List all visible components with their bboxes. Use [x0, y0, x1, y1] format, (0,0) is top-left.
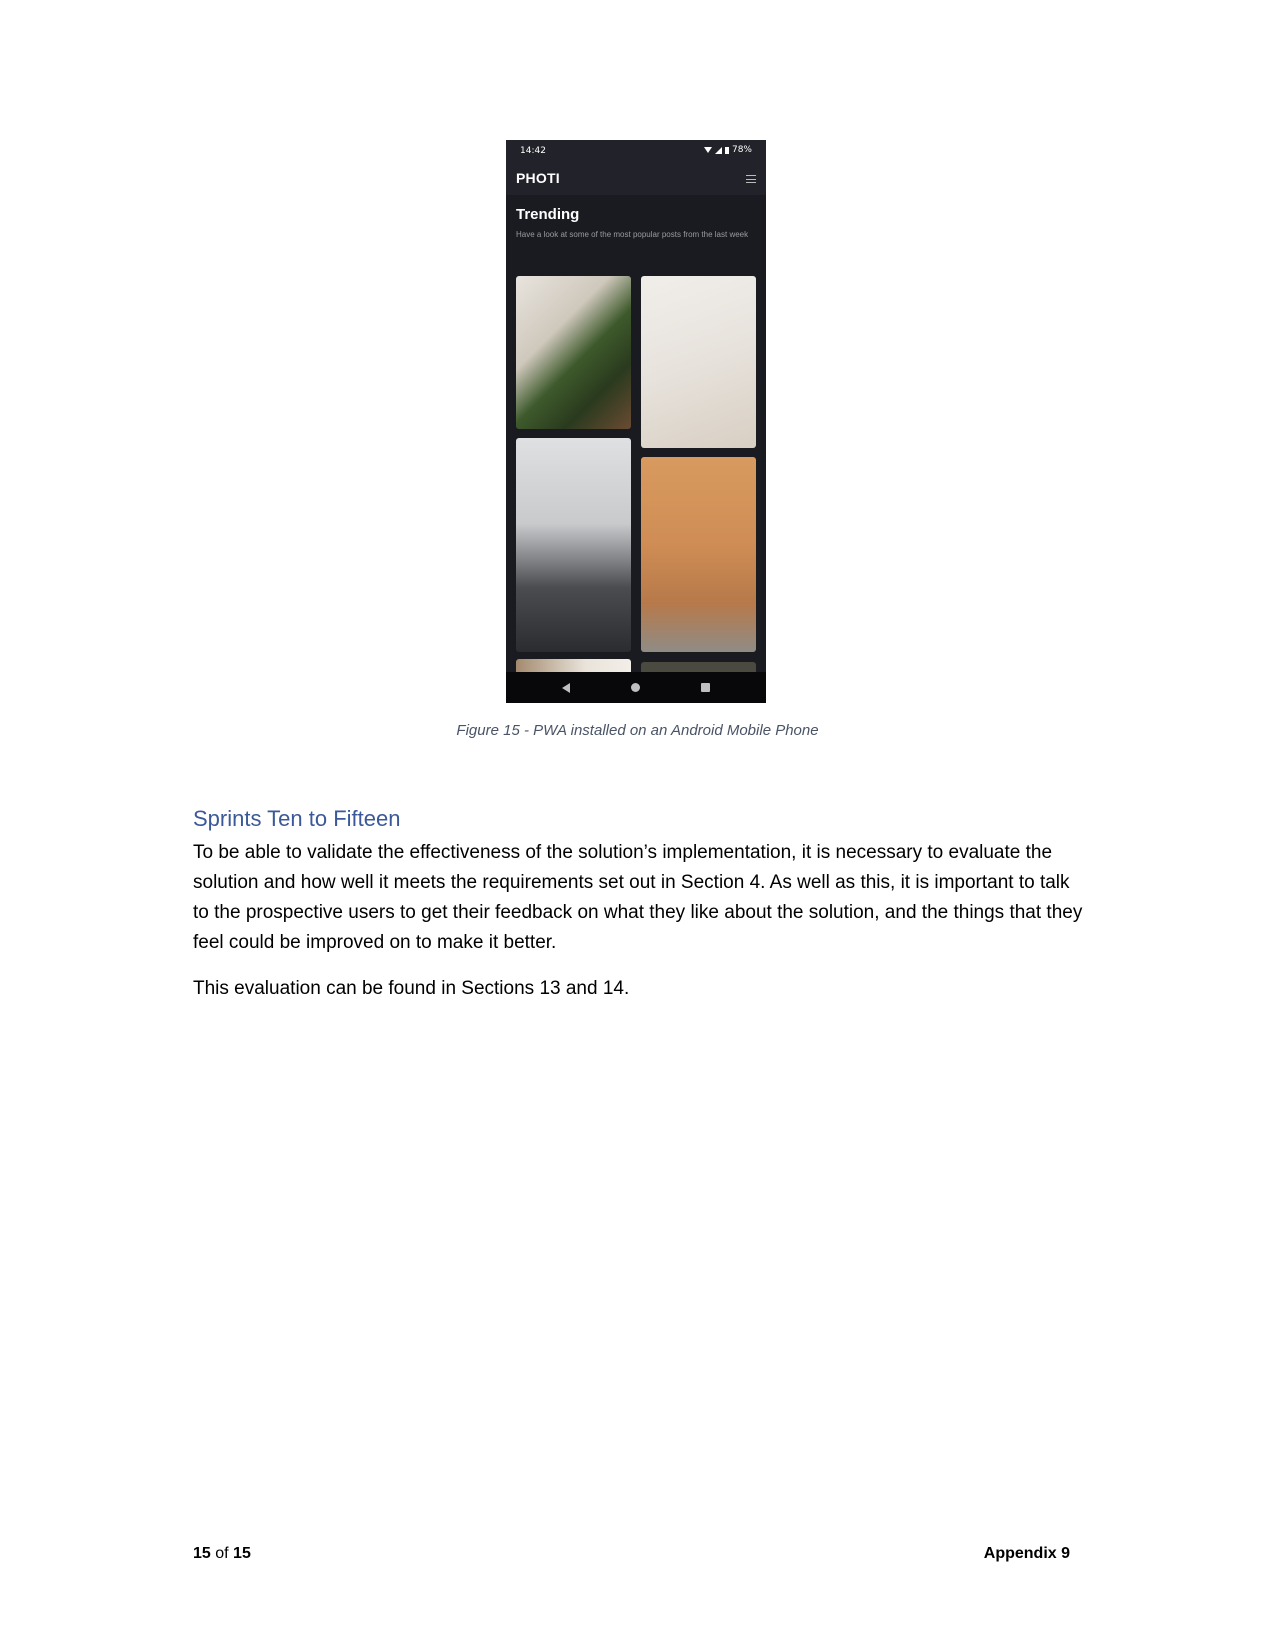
post-image-london-street[interactable]	[516, 438, 631, 652]
figure-caption: Figure 15 - PWA installed on an Android …	[456, 722, 819, 739]
battery-level: 78%	[731, 145, 752, 155]
post-image-book-coffee[interactable]	[641, 276, 756, 448]
signal-icon	[714, 146, 722, 154]
page-current: 15	[193, 1545, 211, 1562]
body-paragraph: This evaluation can be found in Sections…	[193, 978, 630, 999]
status-icons: 78%	[703, 145, 752, 155]
app-bar: PHOTI	[506, 162, 766, 195]
status-time: 14:42	[520, 146, 546, 156]
app-logo[interactable]: PHOTI	[516, 170, 560, 186]
battery-icon	[724, 146, 729, 154]
wifi-icon	[703, 147, 712, 153]
page-of: of	[215, 1545, 229, 1562]
post-image-orange-facade[interactable]	[641, 457, 756, 652]
status-bar: 14:42 78%	[506, 140, 766, 162]
page-number: 15 of 15	[193, 1545, 251, 1563]
phone-screenshot: 14:42 78% PHOTI Trending Have a look at …	[506, 140, 766, 703]
body-paragraph: To be able to validate the effectiveness…	[193, 842, 1083, 953]
section-heading: Sprints Ten to Fifteen	[193, 806, 401, 831]
android-nav-bar	[506, 672, 766, 703]
post-image-plant[interactable]	[516, 276, 631, 429]
trending-title: Trending	[516, 206, 580, 223]
nav-recent-icon[interactable]	[701, 683, 710, 692]
trending-subtitle: Have a look at some of the most popular …	[516, 230, 749, 239]
nav-home-icon[interactable]	[631, 683, 640, 692]
appendix-label: Appendix 9	[983, 1545, 1070, 1562]
nav-back-icon[interactable]	[562, 683, 570, 693]
page-total: 15	[233, 1545, 251, 1562]
menu-icon[interactable]	[746, 175, 756, 183]
